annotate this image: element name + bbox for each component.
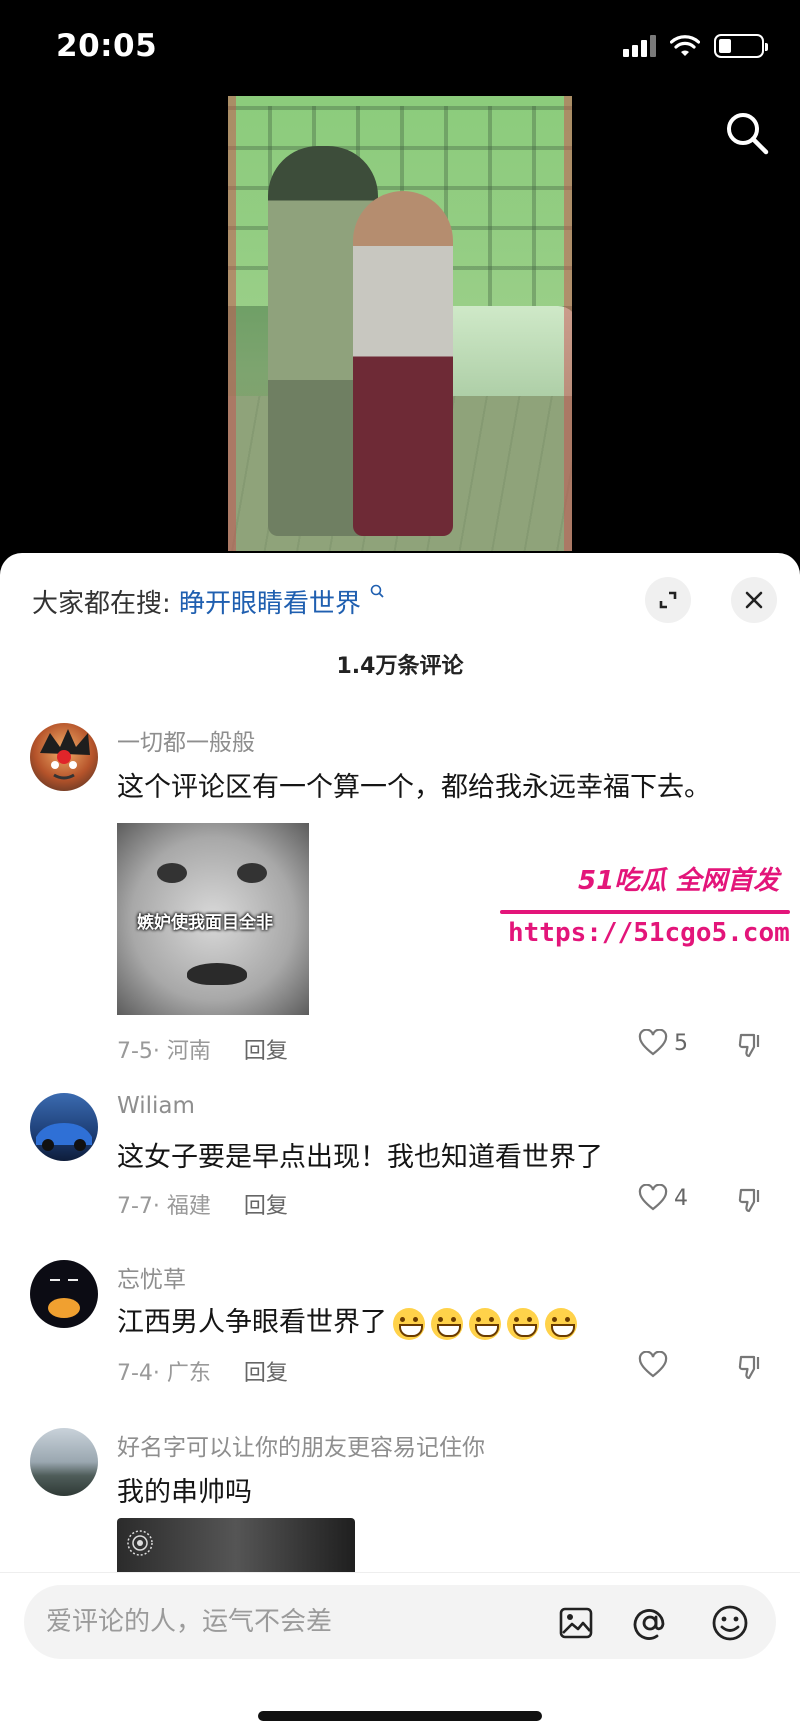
- battery-icon: [714, 34, 768, 58]
- comment-text: 我的串帅吗: [117, 1477, 252, 1508]
- video-frame[interactable]: [228, 96, 572, 551]
- live-photo-icon: [127, 1530, 153, 1556]
- search-icon[interactable]: [724, 110, 770, 156]
- person-figure: [353, 191, 453, 536]
- comment-username[interactable]: 好名字可以让你的朋友更容易记住你: [117, 1428, 485, 1462]
- dislike-icon[interactable]: [737, 1186, 765, 1214]
- watermark-url: https://51cgo5.com: [508, 918, 790, 948]
- grin-emoji-icon: [393, 1307, 425, 1340]
- wifi-icon: [670, 35, 700, 56]
- like-button[interactable]: 5: [638, 1029, 688, 1057]
- avatar[interactable]: [30, 1260, 98, 1328]
- grin-emoji-icon: [545, 1307, 577, 1340]
- status-icons: [623, 34, 768, 58]
- comment-meta: 7-4· 广东 回复: [117, 1355, 288, 1387]
- heart-icon: [638, 1184, 668, 1211]
- comment-sheet: 大家都在搜: 睁开眼睛看世界 1.4万条评论 一切都一般般 这个评论区有一个算一…: [0, 553, 800, 1731]
- hot-search[interactable]: 大家都在搜: 睁开眼睛看世界: [32, 583, 385, 620]
- comment-text: 这个评论区有一个算一个，都给我永远幸福下去。: [117, 772, 711, 803]
- comment-meta: 7-7· 福建 回复: [117, 1188, 288, 1220]
- avatar[interactable]: [30, 723, 98, 791]
- comment-text: 这女子要是早点出现！我也知道看世界了: [117, 1142, 603, 1173]
- expand-icon: [659, 591, 677, 609]
- home-indicator[interactable]: [258, 1711, 542, 1721]
- comments-count: 1.4万条评论: [336, 654, 464, 679]
- comment-date-location: 7-4· 广东: [117, 1361, 211, 1386]
- status-time: 20:05: [56, 28, 158, 64]
- comment-date-location: 7-7· 福建: [117, 1194, 211, 1219]
- heart-icon: [638, 1351, 668, 1378]
- comment-date-location: 7-5· 河南: [117, 1039, 211, 1064]
- watermark-brand: 51吃瓜 全网首发: [578, 866, 780, 896]
- screen: 20:05 大家都在搜: 睁开眼睛看世界 1.4万条评论 一切都一般般 这个评论…: [0, 0, 800, 1731]
- like-button[interactable]: 4: [638, 1184, 688, 1212]
- like-count: 4: [674, 1185, 688, 1211]
- avatar[interactable]: [30, 1428, 98, 1496]
- comment-username[interactable]: 一切都一般般: [117, 723, 255, 757]
- sticker-caption: 嫉妒使我面目全非: [137, 913, 273, 933]
- like-button[interactable]: [638, 1351, 668, 1379]
- comment-input-bar: [0, 1572, 800, 1731]
- reply-button[interactable]: 回复: [244, 1194, 288, 1219]
- expand-button[interactable]: [645, 577, 691, 623]
- hot-search-keyword[interactable]: 睁开眼睛看世界: [179, 589, 361, 619]
- watermark-divider: [500, 910, 790, 914]
- comment-text-content: 江西男人争眼看世界了: [117, 1307, 387, 1338]
- reply-button[interactable]: 回复: [244, 1039, 288, 1064]
- comment-text: 江西男人争眼看世界了: [117, 1300, 577, 1340]
- comment-sticker[interactable]: 嫉妒使我面目全非: [117, 823, 309, 1015]
- close-button[interactable]: [731, 577, 777, 623]
- dislike-icon[interactable]: [737, 1353, 765, 1381]
- like-count: 5: [674, 1030, 688, 1056]
- hot-search-prefix: 大家都在搜:: [32, 589, 171, 619]
- signal-icon: [623, 35, 656, 57]
- comment-input-pill[interactable]: [24, 1585, 776, 1659]
- comment-meta: 7-5· 河南 回复: [117, 1033, 288, 1065]
- grin-emoji-icon: [507, 1307, 539, 1340]
- comment-username[interactable]: 忘忧草: [117, 1260, 186, 1294]
- image-icon[interactable]: [556, 1603, 596, 1643]
- avatar[interactable]: [30, 1093, 98, 1161]
- at-icon[interactable]: [630, 1603, 670, 1643]
- reply-button[interactable]: 回复: [244, 1361, 288, 1386]
- grin-emoji-icon: [469, 1307, 501, 1340]
- close-icon: [745, 591, 763, 609]
- watermark: 51吃瓜 全网首发 https://51cgo5.com: [500, 860, 800, 960]
- comment-username[interactable]: Wiliam: [117, 1093, 195, 1119]
- search-icon: [371, 584, 384, 598]
- emoji-icon[interactable]: [710, 1603, 750, 1643]
- heart-icon: [638, 1029, 668, 1056]
- grin-emoji-icon: [431, 1307, 463, 1340]
- grin-emoji-group: [393, 1307, 577, 1340]
- dislike-icon[interactable]: [737, 1031, 765, 1059]
- comment-input[interactable]: [46, 1585, 526, 1659]
- comment-image[interactable]: [117, 1518, 355, 1572]
